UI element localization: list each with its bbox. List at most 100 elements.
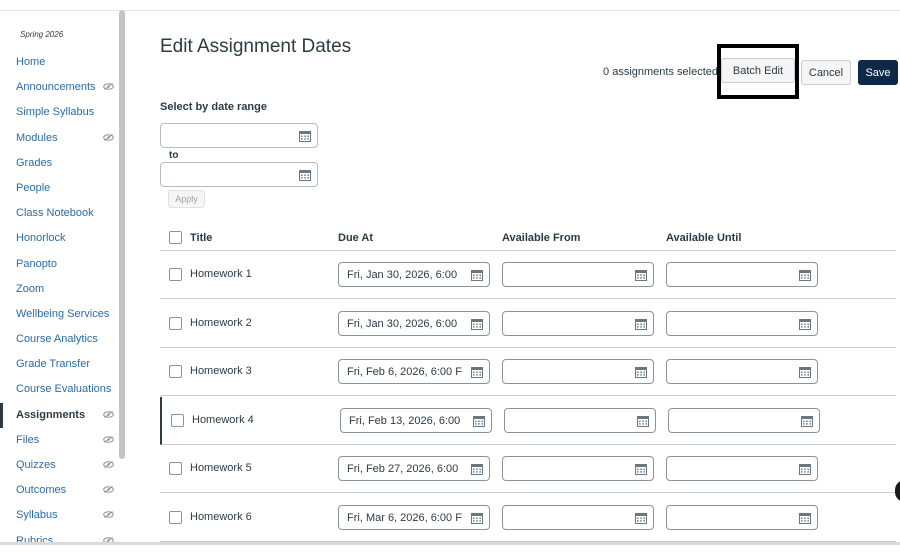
cancel-button[interactable]: Cancel bbox=[801, 60, 851, 85]
table-row: Homework 6 Fri, Mar 6, 2026, 6:00 F bbox=[160, 494, 896, 542]
calendar-icon[interactable] bbox=[471, 269, 483, 281]
due-at-input[interactable]: Fri, Mar 6, 2026, 6:00 F bbox=[338, 504, 490, 530]
date-value: Fri, Mar 6, 2026, 6:00 F bbox=[347, 511, 462, 524]
due-at-input[interactable]: Fri, Feb 27, 2026, 6:00 bbox=[338, 456, 490, 481]
sidebar-item[interactable]: Honorlock bbox=[0, 226, 120, 251]
eye-slash-icon[interactable] bbox=[103, 133, 114, 141]
sidebar-item-label: Quizzes bbox=[16, 459, 56, 471]
calendar-icon[interactable] bbox=[799, 269, 811, 281]
sidebar-item-label: Modules bbox=[16, 131, 58, 144]
available-until-input[interactable] bbox=[666, 504, 818, 530]
calendar-icon[interactable] bbox=[471, 463, 483, 475]
due-at-input[interactable]: Fri, Feb 13, 2026, 6:00 bbox=[340, 407, 492, 433]
available-from-input[interactable] bbox=[502, 359, 654, 384]
sidebar-item-label: Class Notebook bbox=[16, 207, 94, 220]
calendar-icon[interactable] bbox=[637, 415, 649, 427]
range-start-input[interactable] bbox=[160, 123, 318, 148]
date-value: Fri, Feb 6, 2026, 6:00 F bbox=[347, 366, 462, 378]
calendar-icon[interactable] bbox=[471, 318, 483, 330]
range-end-input[interactable] bbox=[160, 162, 318, 187]
eye-slash-icon[interactable] bbox=[103, 511, 114, 519]
sidebar-item-label: Zoom bbox=[16, 282, 45, 295]
sidebar-item-label: Assignments bbox=[16, 408, 86, 421]
sidebar-item[interactable]: Course Analytics bbox=[0, 327, 120, 352]
sidebar-item[interactable]: Course Evaluations bbox=[0, 377, 120, 402]
sidebar-item[interactable]: Wellbeing Services bbox=[0, 302, 120, 327]
date-range-label: Select by date range bbox=[160, 101, 267, 113]
calendar-icon[interactable] bbox=[799, 366, 811, 378]
available-until-input[interactable] bbox=[666, 456, 818, 481]
eye-slash-icon[interactable] bbox=[103, 486, 114, 494]
sidebar-item-label: Grade Transfer bbox=[16, 358, 90, 371]
assignment-title: Homework 5 bbox=[190, 462, 252, 474]
calendar-icon[interactable] bbox=[635, 463, 647, 475]
calendar-icon[interactable] bbox=[473, 415, 485, 427]
sidebar-item[interactable]: Grade Transfer bbox=[0, 352, 120, 377]
available-from-input[interactable] bbox=[502, 504, 654, 530]
available-until-input[interactable] bbox=[666, 310, 818, 336]
available-until-input[interactable] bbox=[666, 359, 818, 384]
available-from-input[interactable] bbox=[502, 456, 654, 481]
row-checkbox[interactable] bbox=[171, 413, 184, 427]
table-header: Title Due At Available From Available Un… bbox=[160, 224, 896, 251]
sidebar-item[interactable]: Assignments bbox=[0, 402, 120, 428]
due-at-input[interactable]: Fri, Jan 30, 2026, 6:00 bbox=[338, 262, 490, 287]
eye-slash-icon[interactable] bbox=[103, 83, 114, 91]
eye-slash-icon[interactable] bbox=[103, 461, 114, 468]
calendar-icon[interactable] bbox=[635, 269, 647, 281]
calendar-icon[interactable] bbox=[635, 512, 647, 524]
sidebar-item-label: Wellbeing Services bbox=[16, 307, 110, 320]
assignment-title: Homework 3 bbox=[190, 365, 252, 377]
sidebar-item[interactable]: Simple Syllabus bbox=[0, 100, 120, 125]
sidebar-item[interactable]: Announcements bbox=[0, 75, 120, 100]
sidebar-item[interactable]: Files bbox=[0, 428, 120, 453]
row-checkbox[interactable] bbox=[169, 462, 182, 475]
calendar-icon[interactable] bbox=[299, 169, 311, 181]
due-at-input[interactable]: Fri, Feb 6, 2026, 6:00 F bbox=[338, 359, 490, 384]
select-all-checkbox[interactable] bbox=[169, 231, 182, 244]
table-row: Homework 1 Fri, Jan 30, 2026, 6:00 bbox=[160, 251, 896, 299]
sidebar-item[interactable]: Panopto bbox=[0, 252, 120, 277]
sidebar-item[interactable]: Class Notebook bbox=[0, 201, 120, 226]
sidebar-item[interactable]: Quizzes bbox=[0, 453, 120, 478]
calendar-icon[interactable] bbox=[635, 366, 647, 378]
sidebar-item[interactable]: People bbox=[0, 176, 120, 201]
calendar-icon[interactable] bbox=[799, 318, 811, 330]
sidebar-item[interactable]: Grades bbox=[0, 151, 120, 176]
page-title: Edit Assignment Dates bbox=[160, 36, 352, 57]
sidebar-item-label: Honorlock bbox=[16, 232, 66, 245]
save-button[interactable]: Save bbox=[858, 60, 898, 85]
selected-count: 0 assignments selected bbox=[603, 66, 718, 78]
sidebar-item[interactable]: Home bbox=[0, 50, 120, 75]
due-at-input[interactable]: Fri, Jan 30, 2026, 6:00 bbox=[338, 310, 490, 336]
sidebar-item-label: Home bbox=[16, 56, 46, 68]
sidebar-item-label: Announcements bbox=[16, 81, 96, 94]
calendar-icon[interactable] bbox=[801, 415, 813, 427]
calendar-icon[interactable] bbox=[635, 318, 647, 330]
available-from-input[interactable] bbox=[504, 407, 656, 433]
calendar-icon[interactable] bbox=[799, 463, 811, 475]
row-checkbox[interactable] bbox=[169, 316, 182, 330]
assignment-title: Homework 4 bbox=[192, 413, 254, 426]
eye-slash-icon[interactable] bbox=[103, 410, 114, 418]
available-from-input[interactable] bbox=[502, 310, 654, 336]
calendar-icon[interactable] bbox=[471, 512, 483, 524]
sidebar-item[interactable]: Modules bbox=[0, 126, 120, 151]
sidebar-scrollbar[interactable] bbox=[119, 10, 125, 459]
sidebar-item[interactable]: Zoom bbox=[0, 277, 120, 302]
date-value: Fri, Jan 30, 2026, 6:00 bbox=[347, 317, 458, 330]
row-checkbox[interactable] bbox=[169, 365, 182, 378]
available-until-input[interactable] bbox=[668, 407, 820, 433]
calendar-icon[interactable] bbox=[471, 366, 483, 378]
col-available-until: Available Until bbox=[666, 232, 742, 244]
eye-slash-icon[interactable] bbox=[103, 435, 114, 443]
sidebar-item[interactable]: Syllabus bbox=[0, 503, 120, 528]
row-checkbox[interactable] bbox=[169, 510, 182, 524]
available-until-input[interactable] bbox=[666, 262, 818, 287]
calendar-icon[interactable] bbox=[799, 512, 811, 524]
available-from-input[interactable] bbox=[502, 262, 654, 287]
calendar-icon[interactable] bbox=[299, 130, 311, 142]
row-checkbox[interactable] bbox=[169, 268, 182, 281]
sidebar-item[interactable]: Outcomes bbox=[0, 478, 120, 503]
apply-button[interactable]: Apply bbox=[168, 190, 205, 208]
